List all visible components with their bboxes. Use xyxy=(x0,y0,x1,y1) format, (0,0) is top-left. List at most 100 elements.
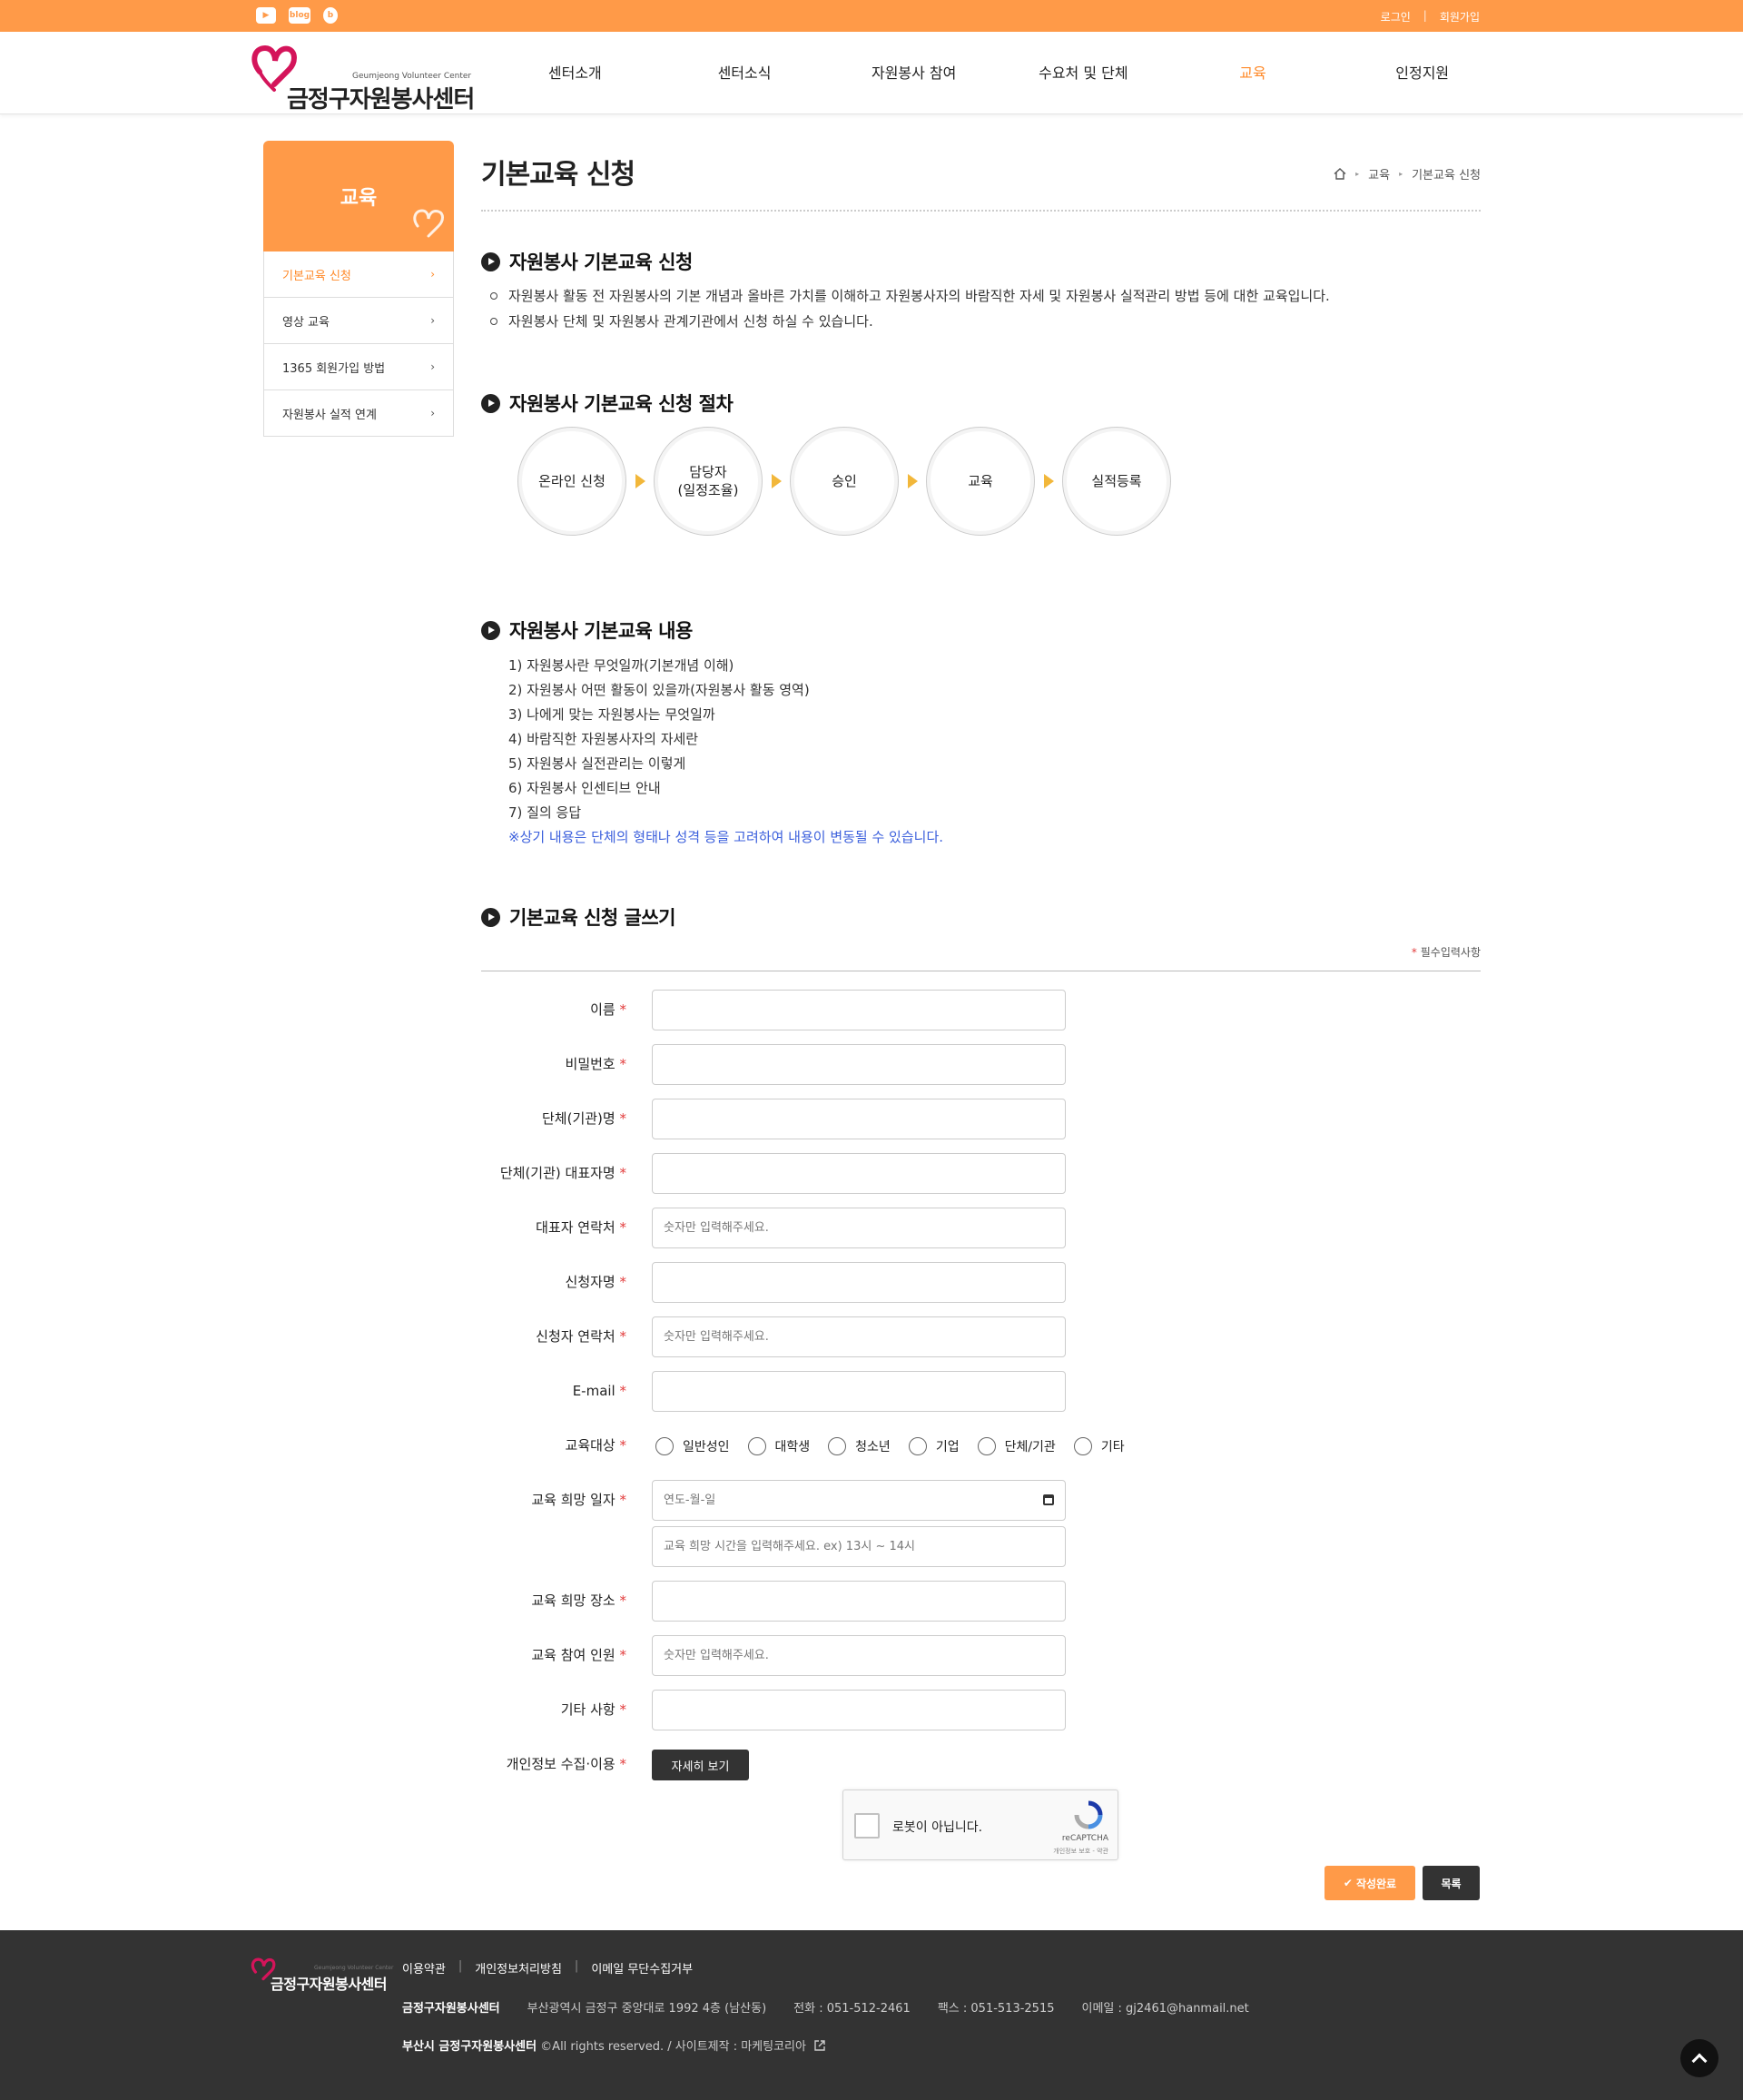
section-title-contents: 자원봉사 기본교육 내용 xyxy=(481,616,693,644)
field-label-text: 교육대상 xyxy=(565,1437,615,1454)
applicant-phone-input[interactable]: 숫자만 입력해주세요. xyxy=(652,1316,1066,1357)
applicant-input[interactable] xyxy=(652,1262,1066,1303)
radio-label: 기타 xyxy=(1100,1439,1125,1454)
form-row-password: 비밀번호 * xyxy=(481,1044,1481,1085)
date-placeholder: 연도-월-일 xyxy=(664,1494,716,1507)
list-button[interactable]: 목록 xyxy=(1423,1866,1480,1900)
required-star: * xyxy=(619,1110,627,1127)
sidebar-item-record-link[interactable]: 자원봉사 실적 연계 › xyxy=(263,390,454,437)
title-divider xyxy=(481,210,1481,212)
breadcrumb-item[interactable]: 교육 xyxy=(1368,165,1390,182)
required-star: * xyxy=(619,1165,627,1181)
submit-button[interactable]: ✔ 작성완료 xyxy=(1324,1866,1415,1900)
section-title-procedure: 자원봉사 기본교육 신청 절차 xyxy=(481,389,734,417)
radio-youth[interactable]: 청소년 xyxy=(828,1436,891,1455)
required-star: * xyxy=(619,1274,627,1290)
footer-links: 이용약관 | 개인정보처리방침 | 이메일 무단수집거부 xyxy=(402,1959,693,1977)
chevron-right-icon: › xyxy=(430,314,435,327)
nav-education[interactable]: 교육 xyxy=(1168,32,1338,114)
org-name-input[interactable] xyxy=(652,1099,1066,1139)
radio-organization[interactable]: 단체/기관 xyxy=(977,1436,1056,1455)
required-star: * xyxy=(619,1219,627,1236)
field-label-text: 신청자 연락처 xyxy=(536,1328,615,1345)
top-bar: ▶ blog b 로그인 | 회원가입 xyxy=(0,0,1743,32)
required-note-text: 필수입력사항 xyxy=(1420,946,1481,959)
sidebar-item-video-education[interactable]: 영상 교육 › xyxy=(263,298,454,344)
band-icon[interactable]: b xyxy=(323,7,338,24)
list-item: 2) 자원봉사 어떤 활동이 있을까(자원봉사 활동 영역) xyxy=(508,682,810,698)
sidebar-header: 교육 xyxy=(263,141,454,251)
footer-address: 부산광역시 금정구 중앙대로 1992 4층 (남산동) xyxy=(527,2002,767,2016)
field-label-text: 비밀번호 xyxy=(565,1056,615,1072)
recaptcha-terms[interactable]: 개인정보 보호 - 약관 xyxy=(1053,1847,1108,1856)
form-row-rep-phone: 대표자 연락처 * 숫자만 입력해주세요. xyxy=(481,1208,1481,1248)
section-title-text: 자원봉사 기본교육 신청 xyxy=(509,251,693,273)
privacy-detail-button[interactable]: 자세히 보기 xyxy=(652,1750,749,1780)
radio-circle[interactable] xyxy=(655,1436,674,1455)
check-icon: ✔ xyxy=(1343,1877,1353,1889)
name-input[interactable] xyxy=(652,990,1066,1030)
date-input[interactable]: 연도-월-일 xyxy=(652,1480,1066,1521)
field-label: 교육대상 * xyxy=(481,1425,626,1466)
radio-circle[interactable] xyxy=(747,1436,766,1455)
radio-etc[interactable]: 기타 xyxy=(1073,1436,1125,1455)
count-input[interactable]: 숫자만 입력해주세요. xyxy=(652,1635,1066,1676)
field-label: 단체(기관) 대표자명 * xyxy=(481,1153,626,1194)
youtube-icon[interactable]: ▶ xyxy=(256,7,276,24)
nav-volunteer[interactable]: 자원봉사 참여 xyxy=(829,32,999,114)
email-refusal-link[interactable]: 이메일 무단수집거부 xyxy=(591,1959,693,1977)
form-row-name: 이름 * xyxy=(481,990,1481,1030)
signup-link[interactable]: 회원가입 xyxy=(1440,9,1480,25)
field-label-text: 단체(기관)명 xyxy=(542,1110,615,1127)
breadcrumb-item[interactable]: 기본교육 신청 xyxy=(1412,165,1481,182)
place-input[interactable] xyxy=(652,1581,1066,1622)
etc-input[interactable] xyxy=(652,1690,1066,1730)
nav-center-intro[interactable]: 센터소개 xyxy=(490,32,660,114)
password-input[interactable] xyxy=(652,1044,1066,1085)
list-item: 4) 바람직한 자원봉사자의 자세란 xyxy=(508,731,699,747)
radio-circle[interactable] xyxy=(977,1436,996,1455)
login-link[interactable]: 로그인 xyxy=(1381,9,1411,25)
scroll-top-button[interactable] xyxy=(1680,2039,1718,2077)
rep-phone-input[interactable]: 숫자만 입력해주세요. xyxy=(652,1208,1066,1248)
field-label: 개인정보 수집·이용 * xyxy=(481,1744,626,1785)
calendar-icon[interactable] xyxy=(1043,1494,1054,1505)
chevron-right-icon: › xyxy=(430,407,435,419)
radio-circle[interactable] xyxy=(908,1436,927,1455)
required-note: * 필수입력사항 xyxy=(1412,944,1481,960)
org-rep-input[interactable] xyxy=(652,1153,1066,1194)
time-input[interactable]: 교육 희망 시간을 입력해주세요. ex) 13시 ~ 14시 xyxy=(652,1526,1066,1567)
email-input[interactable] xyxy=(652,1371,1066,1412)
required-star: * xyxy=(619,1056,627,1072)
required-star: * xyxy=(1411,946,1417,959)
target-radio-group: 일반성인 대학생 청소년 기업 단체/기관 기타 xyxy=(655,1425,1130,1466)
blog-icon[interactable]: blog xyxy=(289,7,310,24)
heart-deco-icon xyxy=(413,209,444,238)
sidebar-item-1365-signup[interactable]: 1365 회원가입 방법 › xyxy=(263,344,454,390)
step-record: 실적등록 xyxy=(1062,427,1171,536)
radio-circle[interactable] xyxy=(828,1436,847,1455)
play-circle-icon xyxy=(481,393,500,413)
site-logo[interactable]: Geumjeong Volunteer Center 금정구자원봉사센터 xyxy=(251,44,478,113)
field-label-text: 대표자 연락처 xyxy=(536,1219,615,1236)
field-label-text: 기타 사항 xyxy=(560,1701,615,1718)
nav-center-news[interactable]: 센터소식 xyxy=(660,32,830,114)
radio-adult[interactable]: 일반성인 xyxy=(655,1436,730,1455)
terms-link[interactable]: 이용약관 xyxy=(402,1959,446,1977)
blog-icon-glyph: blog xyxy=(289,11,310,20)
main-nav: 센터소개 센터소식 자원봉사 참여 수요처 및 단체 교육 인정지원 xyxy=(490,32,1507,114)
step-online-apply: 온라인 신청 xyxy=(517,427,626,536)
nav-recognition[interactable]: 인정지원 xyxy=(1337,32,1507,114)
sidebar-item-basic-education[interactable]: 기본교육 신청 › xyxy=(263,251,454,298)
radio-company[interactable]: 기업 xyxy=(908,1436,960,1455)
privacy-policy-link[interactable]: 개인정보처리방침 xyxy=(475,1959,562,1977)
recaptcha-checkbox[interactable] xyxy=(854,1813,880,1839)
step-arrow-icon xyxy=(1035,474,1062,488)
step-coordinator: 담당자 (일정조율) xyxy=(654,427,763,536)
radio-circle[interactable] xyxy=(1073,1436,1092,1455)
home-icon[interactable] xyxy=(1334,168,1346,180)
nav-demand[interactable]: 수요처 및 단체 xyxy=(999,32,1168,114)
external-link-icon[interactable] xyxy=(813,2039,826,2052)
breadcrumb-arrow-icon: ▸ xyxy=(1399,170,1403,178)
radio-college[interactable]: 대학생 xyxy=(747,1436,810,1455)
